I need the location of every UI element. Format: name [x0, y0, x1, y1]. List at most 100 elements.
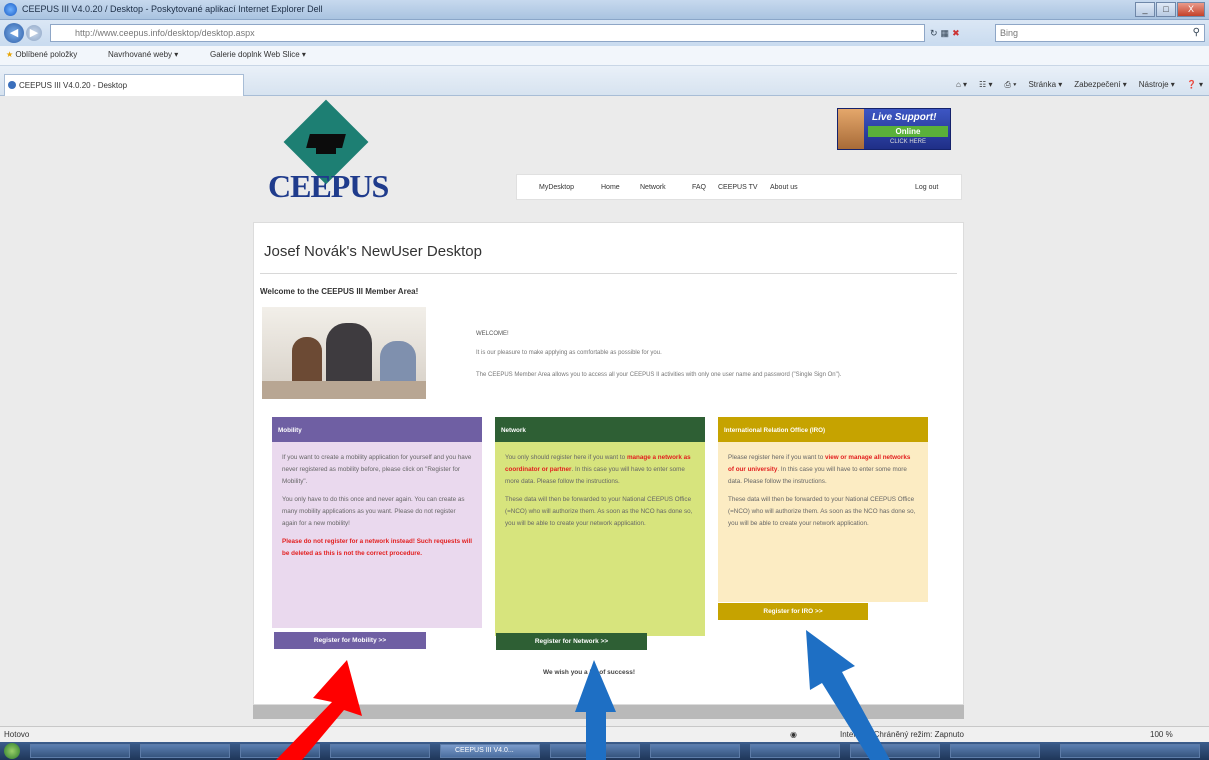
logo-text: CEEPUS — [268, 168, 389, 204]
taskbar-item-6[interactable] — [550, 744, 640, 758]
network-heading: Network — [495, 417, 705, 442]
ie-logo-icon — [4, 3, 17, 16]
star-icon: ★ — [6, 50, 14, 59]
mobility-heading: Mobility — [272, 417, 482, 442]
taskbar-item-9[interactable] — [850, 744, 940, 758]
compat-view-icon[interactable]: ▦ — [941, 28, 950, 39]
refresh-icon[interactable]: ↻ — [930, 28, 938, 39]
back-button[interactable]: ◀ — [4, 23, 24, 43]
taskbar-item-3[interactable] — [240, 744, 320, 758]
desktop-panel: Josef Novák's NewUser Desktop Welcome to… — [253, 222, 964, 705]
window-titlebar: CEEPUS III V4.0.20 / Desktop - Poskytova… — [0, 0, 1209, 20]
address-url: http://www.ceepus.info/desktop/desktop.a… — [75, 28, 255, 38]
search-icon[interactable]: ⚲ — [1193, 27, 1200, 38]
forward-button[interactable]: ▶ — [26, 25, 42, 41]
window-title: CEEPUS III V4.0.20 / Desktop - Poskytova… — [22, 4, 323, 14]
nav-about-us[interactable]: About us — [770, 184, 798, 191]
os-taskbar: CEEPUS III V4.0... — [0, 742, 1209, 760]
network-body: You only should register here if you wan… — [495, 442, 705, 636]
mobility-text-2: You only have to do this once and never … — [282, 495, 465, 527]
address-bar[interactable]: http://www.ceepus.info/desktop/desktop.a… — [50, 24, 925, 42]
window-controls: _ □ X — [1135, 2, 1205, 17]
tools-menu[interactable]: Nástroje ▾ — [1139, 80, 1175, 90]
ceepus-logo[interactable]: CEEPUS — [268, 99, 389, 210]
maximize-button[interactable]: □ — [1156, 2, 1176, 17]
nav-mydesktop[interactable]: MyDesktop — [539, 184, 574, 191]
photo-person-1 — [292, 337, 322, 387]
iro-box: International Relation Office (IRO) Plea… — [718, 417, 928, 602]
taskbar-item-4[interactable] — [330, 744, 430, 758]
search-box[interactable]: Bing ⚲ — [995, 24, 1205, 42]
taskbar-item-7[interactable] — [650, 744, 740, 758]
minimize-button[interactable]: _ — [1135, 2, 1155, 17]
favorites-bar: ★ Oblíbené položky Navrhované weby ▾ Gal… — [0, 46, 1209, 66]
address-row: ◀ ▶ http://www.ceepus.info/desktop/deskt… — [0, 20, 1209, 46]
iro-text-1: Please register here if you want to view… — [728, 452, 918, 488]
welcome-text-1: It is our pleasure to make applying as c… — [476, 350, 662, 356]
system-tray[interactable] — [1060, 744, 1200, 758]
welcome-photo — [262, 307, 426, 399]
favorites-label: Oblíbené položky — [15, 50, 78, 59]
page-favicon — [8, 81, 16, 89]
taskbar-item-10[interactable] — [950, 744, 1040, 758]
taskbar-item-active[interactable]: CEEPUS III V4.0... — [440, 744, 540, 758]
main-nav: MyDesktop Home Network FAQ CEEPUS TV Abo… — [516, 174, 962, 200]
nav-ceepus-tv[interactable]: CEEPUS TV — [718, 184, 758, 191]
taskbar-item-2[interactable] — [140, 744, 230, 758]
nav-home[interactable]: Home — [601, 184, 620, 191]
favorites-button[interactable]: ★ Oblíbené položky — [6, 50, 77, 59]
welcome-text-2: The CEEPUS Member Area allows you to acc… — [476, 372, 842, 378]
welcome-label: WELCOME! — [476, 331, 509, 337]
security-zone-icon: ◉ — [790, 730, 797, 739]
stop-icon[interactable]: ✖ — [952, 28, 960, 39]
network-text-2: These data will then be forwarded to you… — [505, 495, 693, 527]
support-agent-image — [838, 109, 864, 149]
nav-faq[interactable]: FAQ — [692, 184, 706, 191]
feeds-icon[interactable]: ☷ ▾ — [979, 80, 992, 90]
iro-heading: International Relation Office (IRO) — [718, 417, 928, 442]
iro-text-2: These data will then be forwarded to you… — [728, 495, 916, 527]
good-luck-text: We wish you a lot of success! — [543, 669, 635, 676]
fav-suggested-sites[interactable]: Navrhované weby ▾ — [108, 50, 178, 59]
taskbar-item-8[interactable] — [750, 744, 840, 758]
page-menu[interactable]: Stránka ▾ — [1028, 80, 1062, 90]
home-icon[interactable]: ⌂ ▾ — [956, 80, 967, 90]
fav-web-slice-gallery[interactable]: Galerie doplnk Web Slice ▾ — [210, 50, 306, 59]
zoom-level[interactable]: 100 % — [1150, 730, 1173, 739]
live-support-banner[interactable]: Live Support! Online CLICK HERE — [837, 108, 951, 150]
mobility-warning: Please do not register for a network ins… — [282, 537, 473, 557]
iro-text-1-pre: Please register here if you want to — [728, 454, 825, 461]
status-text: Hotovo — [4, 730, 30, 739]
tab-title: CEEPUS III V4.0.20 - Desktop — [19, 81, 128, 90]
live-support-title: Live Support! — [872, 112, 937, 123]
network-box: Network You only should register here if… — [495, 417, 705, 636]
browser-tab[interactable]: CEEPUS III V4.0.20 - Desktop — [4, 74, 244, 96]
nav-network[interactable]: Network — [640, 184, 666, 191]
address-tools: ↻ ▦ ✖ — [930, 24, 990, 42]
print-icon[interactable]: ⎙ ▾ — [1004, 80, 1016, 90]
taskbar-item-1[interactable] — [30, 744, 130, 758]
photo-desk — [262, 381, 426, 399]
welcome-heading: Welcome to the CEEPUS III Member Area! — [260, 287, 419, 296]
page-viewport: CEEPUS Live Support! Online CLICK HERE M… — [0, 96, 1209, 726]
start-button[interactable] — [4, 743, 20, 759]
mobility-body: If you want to create a mobility applica… — [272, 442, 482, 628]
register-mobility-button[interactable]: Register for Mobility >> — [274, 632, 426, 649]
safety-menu[interactable]: Zabezpečení ▾ — [1074, 80, 1127, 90]
live-support-status: Online — [868, 126, 948, 137]
close-button[interactable]: X — [1177, 2, 1205, 17]
register-network-button[interactable]: Register for Network >> — [496, 633, 647, 650]
page-title: Josef Novák's NewUser Desktop — [264, 243, 482, 260]
help-icon[interactable]: ❓ ▾ — [1187, 80, 1203, 90]
mobility-box: Mobility If you want to create a mobilit… — [272, 417, 482, 628]
logout-link[interactable]: Log out — [915, 184, 938, 191]
mobility-text-1: If you want to create a mobility applica… — [282, 454, 472, 485]
network-text-1-pre: You only should register here if you wan… — [505, 454, 627, 461]
status-zone: Internet | Chráněný režim: Zapnuto — [840, 730, 964, 739]
tab-row: CEEPUS III V4.0.20 - Desktop ⌂ ▾ ☷ ▾ ⎙ ▾… — [0, 66, 1209, 96]
graduation-cap-base — [316, 146, 336, 154]
register-iro-button[interactable]: Register for IRO >> — [718, 603, 868, 620]
status-bar: Hotovo ◉ Internet | Chráněný režim: Zapn… — [0, 726, 1209, 742]
panel-footer — [253, 705, 964, 719]
network-text-1: You only should register here if you wan… — [505, 452, 695, 488]
